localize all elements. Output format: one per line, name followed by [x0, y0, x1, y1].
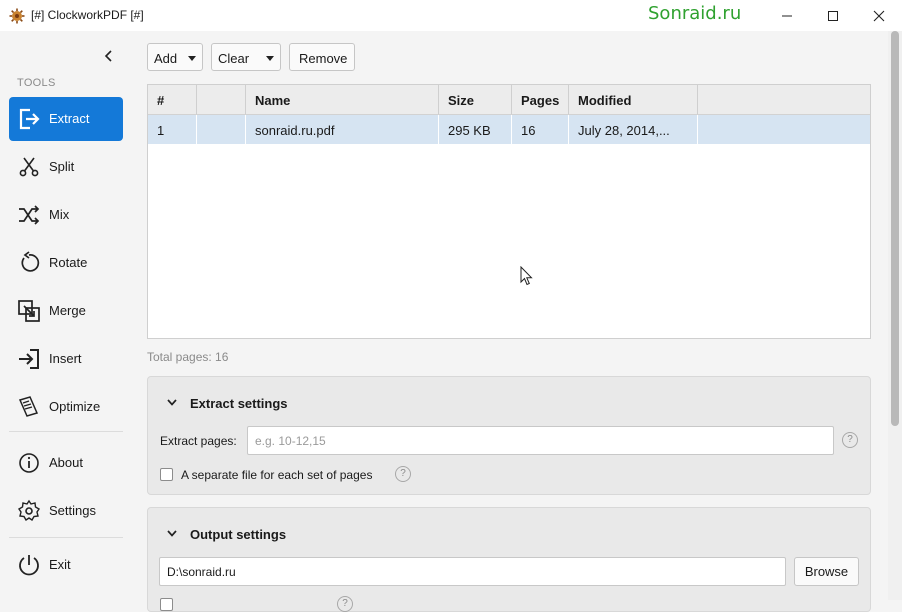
extract-icon — [19, 108, 40, 130]
add-dropdown-button[interactable]: Add — [147, 43, 203, 71]
tools-section-label: TOOLS — [17, 77, 56, 89]
separate-file-label[interactable]: A separate file for each set of pages — [181, 468, 372, 482]
chevron-down-icon — [188, 56, 196, 61]
insert-icon — [19, 349, 39, 369]
window-title: [#] ClockworkPDF [#] — [31, 8, 144, 22]
remove-button-label: Remove — [299, 51, 348, 66]
clear-button-label: Clear — [218, 51, 250, 66]
file-table: # Name Size Pages Modified 1 sonraid.ru.… — [147, 84, 871, 339]
sidebar-item-settings[interactable]: Settings — [9, 489, 123, 533]
optimize-icon — [18, 396, 39, 417]
scrollbar-thumb[interactable] — [891, 31, 899, 426]
sidebar-item-insert[interactable]: Insert — [9, 337, 123, 381]
title-bar: [#] ClockworkPDF [#] Sonraid.ru — [0, 0, 902, 31]
sidebar-divider — [9, 537, 123, 538]
close-icon — [873, 10, 885, 21]
total-pages-text: Total pages: 16 — [147, 350, 229, 364]
column-header-name[interactable]: Name — [246, 85, 439, 114]
sidebar-item-label: Settings — [49, 503, 96, 518]
column-header-blank[interactable] — [197, 85, 246, 114]
remove-button[interactable]: Remove — [289, 43, 355, 71]
sidebar-divider — [9, 431, 123, 432]
column-header-size[interactable]: Size — [439, 85, 512, 114]
minimize-button[interactable] — [764, 0, 810, 31]
table-header: # Name Size Pages Modified — [148, 85, 870, 115]
sidebar-item-label: Insert — [49, 351, 82, 366]
cell-pages: 16 — [512, 115, 569, 144]
clear-dropdown-button[interactable]: Clear — [211, 43, 281, 71]
column-header-pages[interactable]: Pages — [512, 85, 569, 114]
scissors-icon — [19, 157, 39, 177]
sidebar-item-mix[interactable]: Mix — [9, 193, 123, 237]
help-icon[interactable]: ? — [842, 432, 858, 448]
rotate-icon — [21, 251, 40, 272]
cell-number: 1 — [148, 115, 197, 144]
output-settings-panel: Output settings D:\sonraid.ru Browse ? — [147, 507, 871, 612]
info-icon — [19, 453, 39, 473]
maximize-icon — [828, 10, 838, 21]
extract-pages-input[interactable]: e.g. 10-12,15 — [247, 426, 834, 455]
sidebar-item-label: Extract — [49, 111, 90, 126]
column-header-number[interactable]: # — [148, 85, 197, 114]
sidebar-item-about[interactable]: About — [9, 441, 123, 485]
mouse-cursor-icon — [520, 266, 533, 286]
table-row[interactable]: 1 sonraid.ru.pdf 295 KB 16 July 28, 2014… — [148, 115, 870, 144]
browse-button[interactable]: Browse — [794, 557, 859, 586]
add-button-label: Add — [154, 51, 178, 66]
cell-size: 295 KB — [439, 115, 512, 144]
shuffle-icon — [19, 205, 40, 225]
output-path-input[interactable]: D:\sonraid.ru — [159, 557, 786, 586]
extract-settings-title[interactable]: Extract settings — [190, 396, 288, 411]
extract-pages-label: Extract pages: — [160, 434, 237, 448]
maximize-button[interactable] — [810, 0, 856, 31]
sidebar-item-label: About — [49, 455, 83, 470]
sidebar-item-exit[interactable]: Exit — [9, 543, 123, 587]
cell-flag — [197, 115, 246, 144]
output-settings-title[interactable]: Output settings — [190, 527, 286, 542]
watermark-text: Sonraid.ru — [648, 3, 742, 24]
sidebar-item-label: Rotate — [49, 255, 88, 270]
output-path-value: D:\sonraid.ru — [167, 565, 236, 579]
sidebar-item-rotate[interactable]: Rotate — [9, 241, 123, 285]
sidebar-item-label: Exit — [49, 557, 71, 572]
cell-modified: July 28, 2014,... — [569, 115, 698, 144]
help-icon[interactable]: ? — [337, 596, 353, 612]
separate-file-checkbox[interactable] — [160, 468, 173, 481]
sidebar-item-split[interactable]: Split — [9, 145, 123, 189]
sidebar-item-optimize[interactable]: Optimize — [9, 385, 123, 429]
minimize-icon — [782, 15, 792, 16]
sidebar-item-label: Optimize — [49, 399, 101, 414]
sidebar-item-label: Merge — [49, 303, 86, 318]
collapse-sidebar-icon[interactable] — [100, 47, 118, 65]
gear-icon — [18, 499, 40, 521]
vertical-scrollbar[interactable] — [888, 31, 902, 600]
sidebar: TOOLS Extract Split Mix Rotate Merge Ins… — [0, 31, 134, 600]
chevron-down-icon[interactable] — [166, 529, 178, 539]
close-button[interactable] — [856, 0, 902, 31]
sidebar-item-label: Mix — [49, 207, 70, 222]
sidebar-item-merge[interactable]: Merge — [9, 289, 123, 333]
power-icon — [19, 555, 39, 576]
help-icon[interactable]: ? — [395, 466, 411, 482]
chevron-down-icon[interactable] — [166, 398, 178, 408]
app-logo-icon — [9, 8, 25, 24]
extract-pages-placeholder: e.g. 10-12,15 — [255, 434, 326, 448]
chevron-down-icon — [266, 56, 274, 61]
merge-icon — [18, 300, 40, 322]
cell-name: sonraid.ru.pdf — [246, 115, 439, 144]
column-header-modified[interactable]: Modified — [569, 85, 698, 114]
sidebar-item-label: Split — [49, 159, 75, 174]
sidebar-item-extract[interactable]: Extract — [9, 97, 123, 141]
extract-settings-panel: Extract settings Extract pages: e.g. 10-… — [147, 376, 871, 495]
